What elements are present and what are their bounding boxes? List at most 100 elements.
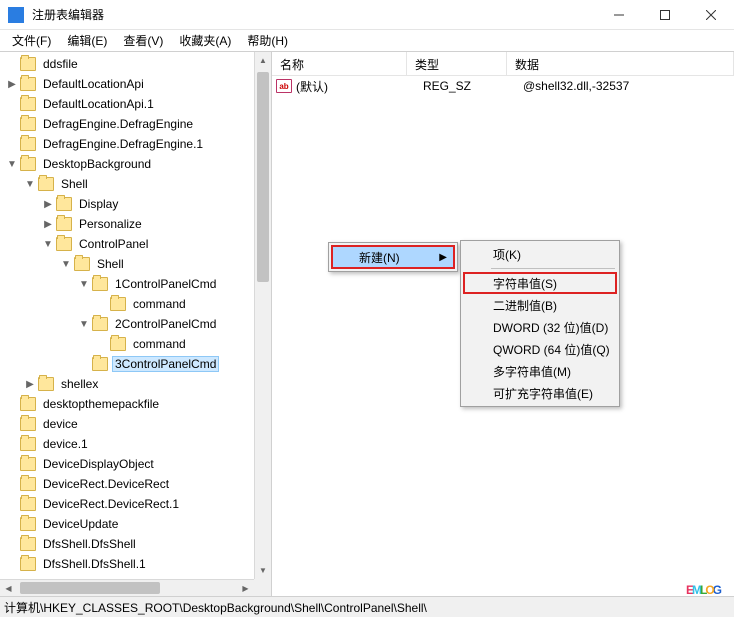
statusbar: 计算机\HKEY_CLASSES_ROOT\DesktopBackground\… (0, 597, 734, 617)
col-name[interactable]: 名称 (272, 52, 407, 75)
chevron-right-icon[interactable]: ▶ (22, 379, 38, 390)
tree-item-label: shellex (58, 376, 101, 392)
folder-icon (20, 117, 36, 131)
tree-item[interactable]: ▶DefragEngine.DefragEngine (0, 114, 271, 134)
ctx-key[interactable]: 项(K) (463, 243, 617, 265)
tree-item-label: DefaultLocationApi (40, 76, 147, 92)
string-value-icon: ab (276, 79, 292, 93)
window-title: 注册表编辑器 (32, 6, 596, 23)
tree-item-label: DeviceUpdate (40, 516, 121, 532)
tree-item-label: device.1 (40, 436, 91, 452)
tree-item[interactable]: ▶device (0, 414, 271, 434)
tree-item[interactable]: ▶command (0, 334, 271, 354)
menubar: 文件(F) 编辑(E) 查看(V) 收藏夹(A) 帮助(H) (0, 30, 734, 52)
folder-icon (92, 357, 108, 371)
tree-item[interactable]: ▶ddsfile (0, 54, 271, 74)
scroll-thumb-v[interactable] (257, 72, 269, 282)
folder-icon (92, 277, 108, 291)
tree-item[interactable]: ▼DesktopBackground (0, 154, 271, 174)
tree-item[interactable]: ▶ shellex (0, 374, 271, 394)
tree-item[interactable]: ▶DfsShell.DfsShell (0, 534, 271, 554)
chevron-right-icon[interactable]: ▶ (4, 79, 20, 90)
ctx-binary-value[interactable]: 二进制值(B) (463, 294, 617, 316)
ctx-expand-string-value[interactable]: 可扩充字符串值(E) (463, 382, 617, 404)
tree[interactable]: ▶ddsfile▶DefaultLocationApi▶DefaultLocat… (0, 52, 271, 596)
watermark: EMLOG (686, 583, 720, 597)
scroll-down-icon[interactable]: ▼ (255, 562, 271, 579)
tree-item[interactable]: ▶DefaultLocationApi.1 (0, 94, 271, 114)
folder-icon (20, 497, 36, 511)
scroll-thumb-h[interactable] (20, 582, 160, 594)
tree-item[interactable]: ▶3ControlPanelCmd (0, 354, 271, 374)
minimize-button[interactable] (596, 0, 642, 29)
titlebar: 注册表编辑器 (0, 0, 734, 30)
ctx-multi-string-value[interactable]: 多字符串值(M) (463, 360, 617, 382)
context-submenu: 项(K) 字符串值(S) 二进制值(B) DWORD (32 位)值(D) QW… (460, 240, 620, 407)
chevron-right-icon[interactable]: ▶ (40, 219, 56, 230)
col-data[interactable]: 数据 (507, 52, 734, 75)
close-button[interactable] (688, 0, 734, 29)
folder-icon (20, 157, 36, 171)
menu-view[interactable]: 查看(V) (115, 30, 171, 51)
tree-item-label: Shell (58, 176, 91, 192)
tree-item-label: Personalize (76, 216, 145, 232)
list-row[interactable]: ab (默认) REG_SZ @shell32.dll,-32537 (272, 76, 734, 96)
tree-panel: ▶ddsfile▶DefaultLocationApi▶DefaultLocat… (0, 52, 272, 596)
tree-item-label: 3ControlPanelCmd (112, 356, 219, 372)
tree-item[interactable]: ▶Display (0, 194, 271, 214)
tree-item[interactable]: ▼ Shell (0, 174, 271, 194)
tree-item-label: DefaultLocationApi.1 (40, 96, 157, 112)
chevron-down-icon[interactable]: ▼ (76, 279, 92, 290)
folder-icon (56, 237, 72, 251)
tree-item[interactable]: ▶DfsShell.DfsShell.1 (0, 554, 271, 574)
tree-item[interactable]: ▶DeviceRect.DeviceRect.1 (0, 494, 271, 514)
tree-item[interactable]: ▶desktopthemepackfile (0, 394, 271, 414)
chevron-down-icon[interactable]: ▼ (22, 179, 38, 190)
folder-icon (20, 57, 36, 71)
tree-item[interactable]: ▼1ControlPanelCmd (0, 274, 271, 294)
tree-item-label: desktopthemepackfile (40, 396, 162, 412)
ctx-string-value[interactable]: 字符串值(S) (463, 272, 617, 294)
tree-item[interactable]: ▼ControlPanel (0, 234, 271, 254)
submenu-arrow-icon: ▶ (439, 252, 447, 263)
tree-item[interactable]: ▼2ControlPanelCmd (0, 314, 271, 334)
regedit-icon (8, 7, 24, 23)
menu-help[interactable]: 帮助(H) (239, 30, 296, 51)
tree-item[interactable]: ▶command (0, 294, 271, 314)
folder-icon (20, 557, 36, 571)
ctx-new-label: 新建(N) (359, 249, 400, 266)
tree-item-label: command (130, 336, 189, 352)
tree-item[interactable]: ▼Shell (0, 254, 271, 274)
menu-favorites[interactable]: 收藏夹(A) (171, 30, 239, 51)
col-type[interactable]: 类型 (407, 52, 507, 75)
list-header: 名称 类型 数据 (272, 52, 734, 76)
scroll-right-icon[interactable]: ▶ (237, 580, 254, 596)
chevron-down-icon[interactable]: ▼ (58, 259, 74, 270)
ctx-new-item[interactable]: 新建(N) ▶ (331, 245, 455, 269)
tree-item[interactable]: ▶device.1 (0, 434, 271, 454)
folder-icon (110, 337, 126, 351)
chevron-down-icon[interactable]: ▼ (4, 159, 20, 170)
chevron-down-icon[interactable]: ▼ (76, 319, 92, 330)
tree-scrollbar-vertical[interactable]: ▲ ▼ (254, 52, 271, 579)
menu-edit[interactable]: 编辑(E) (59, 30, 115, 51)
maximize-button[interactable] (642, 0, 688, 29)
chevron-down-icon[interactable]: ▼ (40, 239, 56, 250)
tree-item[interactable]: ▶DefragEngine.DefragEngine.1 (0, 134, 271, 154)
menu-file[interactable]: 文件(F) (4, 30, 59, 51)
folder-icon (20, 397, 36, 411)
tree-scrollbar-horizontal[interactable]: ◀ ▶ (0, 579, 254, 596)
list-body[interactable]: ab (默认) REG_SZ @shell32.dll,-32537 新建(N)… (272, 76, 734, 596)
tree-item[interactable]: ▶DeviceDisplayObject (0, 454, 271, 474)
ctx-qword-value[interactable]: QWORD (64 位)值(Q) (463, 338, 617, 360)
chevron-right-icon[interactable]: ▶ (40, 199, 56, 210)
cell-name: (默认) (296, 78, 423, 95)
scroll-left-icon[interactable]: ◀ (0, 580, 17, 596)
scroll-up-icon[interactable]: ▲ (255, 52, 271, 69)
tree-item[interactable]: ▶ Personalize (0, 214, 271, 234)
ctx-dword-value[interactable]: DWORD (32 位)值(D) (463, 316, 617, 338)
tree-item[interactable]: ▶ DefaultLocationApi (0, 74, 271, 94)
tree-item[interactable]: ▶DeviceUpdate (0, 514, 271, 534)
folder-icon (20, 537, 36, 551)
tree-item[interactable]: ▶DeviceRect.DeviceRect (0, 474, 271, 494)
